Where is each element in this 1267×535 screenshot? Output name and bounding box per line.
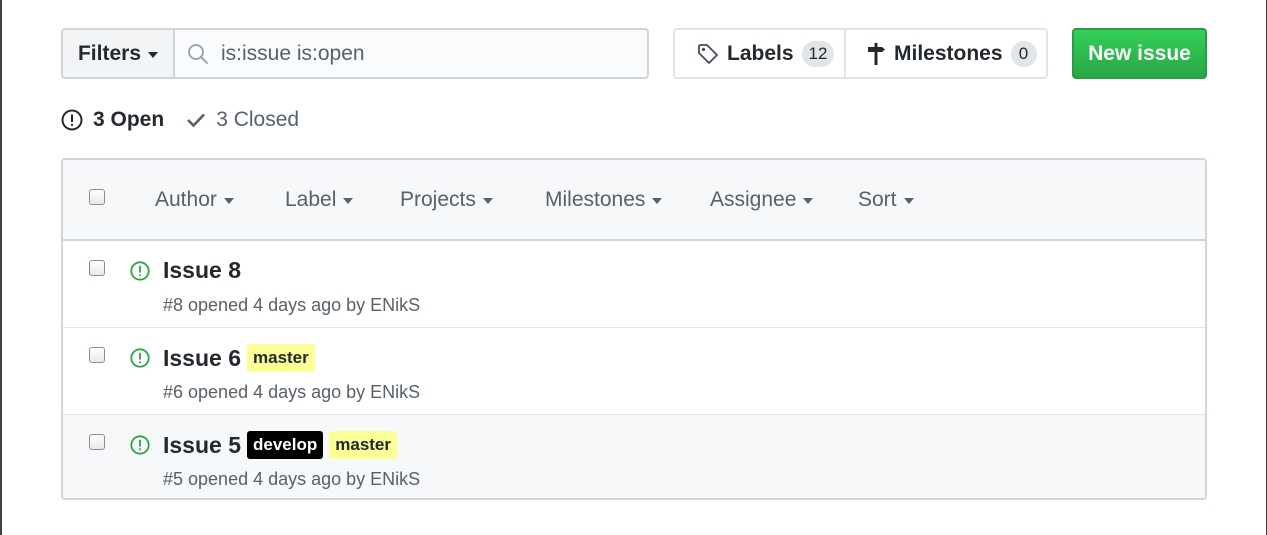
issue-title-link[interactable]: Issue 6	[163, 345, 241, 372]
author-filter-dropdown[interactable]: Author	[155, 160, 234, 239]
new-issue-button[interactable]: New issue	[1072, 28, 1207, 79]
labels-milestones-nav: Labels 12 Milestones 0	[673, 28, 1048, 79]
search-field[interactable]	[175, 28, 649, 79]
issue-select-checkbox[interactable]	[89, 260, 105, 276]
milestone-signpost-icon	[868, 42, 885, 65]
milestones-filter-dropdown[interactable]: Milestones	[545, 160, 663, 239]
sort-label: Sort	[858, 187, 897, 211]
search-icon	[188, 43, 208, 64]
label-master-badge[interactable]: master	[329, 431, 398, 459]
issue-meta: #5 opened 4 days ago by ENikS	[163, 469, 421, 489]
labels-link[interactable]: Labels 12	[675, 30, 844, 77]
issue-title-line: Issue 5 develop master	[163, 431, 398, 459]
search-input[interactable]	[221, 41, 621, 66]
caret-down-icon	[343, 197, 354, 204]
issue-row[interactable]: Issue 6 master #6 opened 4 days ago by E…	[63, 328, 1205, 415]
open-issues-link[interactable]: 3 Open	[61, 108, 164, 132]
issue-title-line: Issue 6 master	[163, 344, 315, 372]
milestones-label: Milestones	[894, 41, 1003, 65]
label-filter-dropdown[interactable]: Label	[285, 160, 354, 239]
select-all-checkbox[interactable]	[89, 189, 105, 205]
issue-opened-icon	[130, 435, 150, 455]
caret-down-icon	[652, 197, 663, 204]
labels-label: Labels	[727, 41, 794, 65]
issues-list-header: Author Label Projects Milestones Assigne…	[63, 160, 1205, 241]
label-develop-badge[interactable]: develop	[247, 431, 324, 459]
caret-down-icon	[223, 197, 234, 204]
closed-count-label: 3 Closed	[216, 108, 300, 131]
filters-label: Filters	[77, 41, 142, 65]
projects-filter-dropdown[interactable]: Projects	[400, 160, 493, 239]
filter-search-group: Filters	[61, 28, 649, 79]
milestones-link[interactable]: Milestones 0	[844, 30, 1046, 77]
issue-meta: #8 opened 4 days ago by ENikS	[163, 295, 421, 315]
projects-filter-label: Projects	[400, 187, 476, 211]
author-filter-label: Author	[155, 187, 217, 211]
issue-opened-icon	[61, 109, 83, 131]
caret-down-icon	[903, 197, 914, 204]
issue-select-checkbox[interactable]	[89, 347, 105, 363]
caret-down-icon	[803, 197, 814, 204]
label-master-badge[interactable]: master	[247, 344, 315, 372]
issue-opened-icon	[130, 261, 150, 281]
assignee-filter-label: Assignee	[710, 187, 797, 211]
labels-count-badge: 12	[801, 40, 835, 67]
milestones-count-badge: 0	[1010, 40, 1037, 67]
issue-title-line: Issue 8	[163, 257, 241, 284]
caret-down-icon	[482, 197, 493, 204]
window-border-left	[0, 0, 2, 535]
open-count-label: 3 Open	[93, 108, 165, 131]
tag-icon	[698, 43, 718, 64]
issue-title-link[interactable]: Issue 8	[163, 257, 241, 284]
check-icon	[187, 113, 206, 128]
filters-dropdown-button[interactable]: Filters	[61, 28, 175, 79]
issue-state-toggle: 3 Open 3 Closed	[61, 106, 299, 134]
assignee-filter-dropdown[interactable]: Assignee	[710, 160, 814, 239]
issues-list: Author Label Projects Milestones Assigne…	[61, 158, 1207, 500]
issue-opened-icon	[130, 348, 150, 368]
issue-meta: #6 opened 4 days ago by ENikS	[163, 382, 421, 402]
issue-select-checkbox[interactable]	[89, 434, 105, 450]
issue-row[interactable]: Issue 8 #8 opened 4 days ago by ENikS	[63, 241, 1205, 328]
sort-dropdown[interactable]: Sort	[858, 160, 914, 239]
caret-down-icon	[148, 51, 159, 58]
closed-issues-link[interactable]: 3 Closed	[186, 108, 299, 132]
issue-title-link[interactable]: Issue 5	[163, 432, 241, 459]
milestones-filter-label: Milestones	[545, 187, 646, 211]
issue-row[interactable]: Issue 5 develop master #5 opened 4 days …	[63, 415, 1205, 498]
label-filter-label: Label	[285, 187, 337, 211]
